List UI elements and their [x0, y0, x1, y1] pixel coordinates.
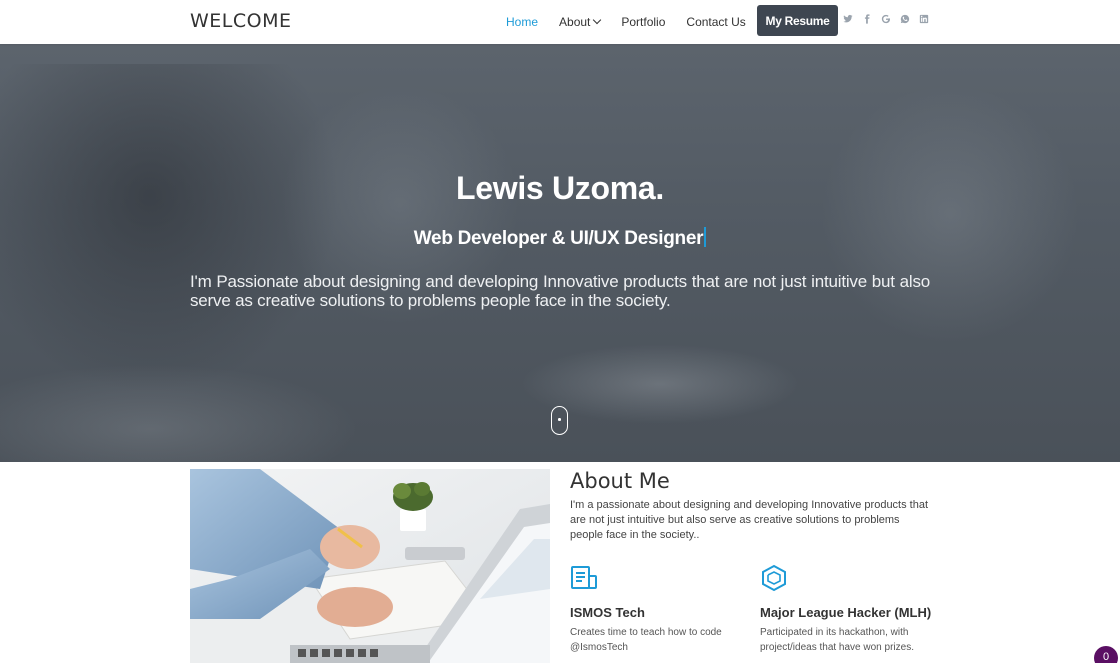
navbar: WELCOME Home About Portfolio Contact Us …	[0, 0, 1120, 44]
linkedin-icon[interactable]	[919, 13, 929, 25]
feature-ismos-tech: ISMOS Tech Creates time to teach how to …	[570, 564, 745, 655]
nav-portfolio[interactable]: Portfolio	[621, 15, 665, 29]
nav-links: Home About Portfolio Contact Us	[506, 0, 767, 44]
hero-section: Lewis Uzoma. Web Developer & UI/UX Desig…	[0, 44, 1120, 462]
about-title: About Me	[570, 469, 670, 493]
feature-description: Creates time to teach how to code @Ismos…	[570, 627, 722, 653]
document-icon	[571, 566, 597, 589]
hero-description: I'm Passionate about designing and devel…	[190, 272, 930, 310]
facebook-icon[interactable]	[862, 13, 872, 25]
nav-contact[interactable]: Contact Us	[686, 15, 745, 29]
feature-title: Major League Hacker (MLH)	[760, 605, 932, 620]
nav-about-label: About	[559, 15, 591, 29]
hero-role-text: Web Developer & UI/UX Designer	[413, 228, 704, 249]
hero-name: Lewis Uzoma.	[455, 170, 664, 206]
whatsapp-icon[interactable]	[900, 13, 910, 25]
chevron-down-icon	[593, 15, 602, 25]
feature-mlh: Major League Hacker (MLH) Participated i…	[760, 564, 935, 655]
twitter-icon[interactable]	[843, 13, 853, 25]
nav-about[interactable]: About	[559, 15, 602, 29]
hexagon-cube-icon	[762, 564, 786, 592]
typing-caret	[704, 226, 707, 247]
about-text: I'm a passionate about designing and dev…	[570, 499, 929, 541]
feature-title: ISMOS Tech	[570, 605, 645, 620]
social-links	[843, 13, 938, 25]
feature-description: Participated in its hackathon, with proj…	[760, 627, 914, 653]
nav-home[interactable]: Home	[506, 15, 538, 29]
hero-role: Web Developer & UI/UX Designer	[0, 226, 1120, 250]
notification-badge[interactable]: 0	[1094, 646, 1118, 663]
hero-background-light	[0, 364, 360, 462]
google-plus-icon[interactable]	[881, 13, 891, 25]
about-photo	[190, 469, 550, 663]
scroll-dot	[558, 418, 561, 421]
scroll-down-icon[interactable]	[551, 406, 568, 435]
about-image	[190, 469, 550, 663]
brand-logo[interactable]: WELCOME	[190, 10, 292, 32]
my-resume-button[interactable]: My Resume	[757, 5, 838, 36]
